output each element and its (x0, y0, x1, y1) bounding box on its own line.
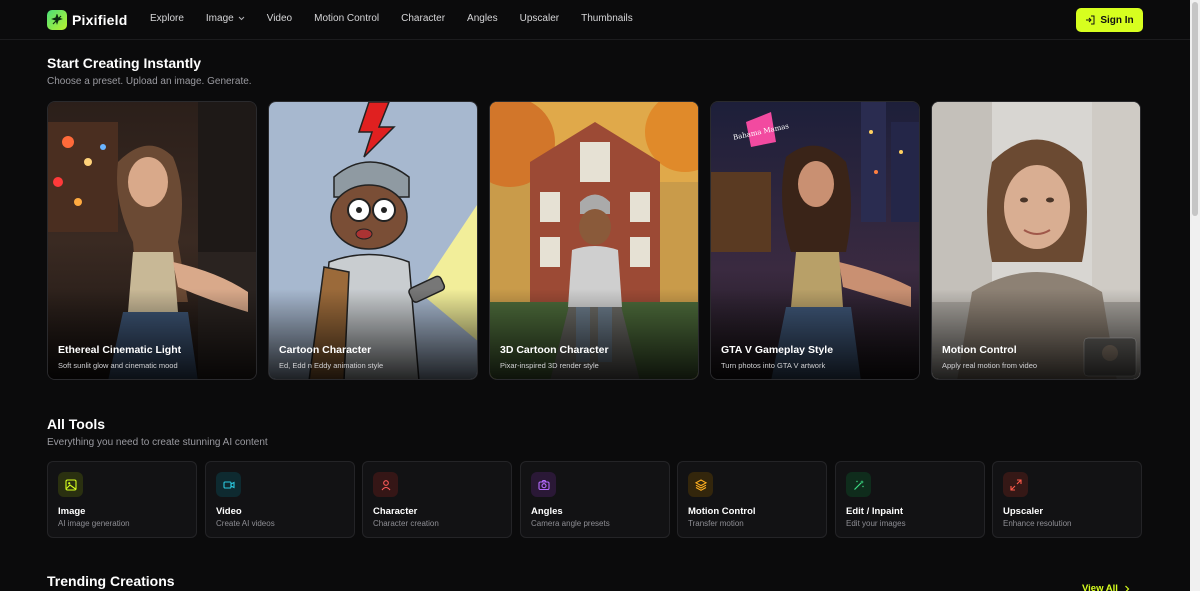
expand-icon (1003, 472, 1028, 497)
nav-links: Explore Image Video Motion Control Chara… (150, 13, 655, 24)
preset-desc: Pixar-inspired 3D render style (500, 361, 599, 370)
start-section-title: Start Creating Instantly (47, 55, 202, 71)
preset-title: Cartoon Character (279, 344, 372, 356)
preset-card-motion-control[interactable]: Motion Control Apply real motion from vi… (931, 101, 1141, 380)
tool-card-character[interactable]: Character Character creation (362, 461, 512, 538)
tool-desc: Transfer motion (688, 519, 744, 528)
view-all-link[interactable]: View All (1082, 583, 1130, 591)
tool-title: Image (58, 506, 86, 517)
nav-motion-control[interactable]: Motion Control (314, 13, 379, 24)
tool-card-video[interactable]: Video Create AI videos (205, 461, 355, 538)
login-icon (1086, 15, 1095, 25)
preset-title: GTA V Gameplay Style (721, 344, 834, 356)
image-icon (58, 472, 83, 497)
preset-card-3d-cartoon-character[interactable]: 3D Cartoon Character Pixar-inspired 3D r… (489, 101, 699, 380)
view-all-label: View All (1082, 583, 1118, 591)
nav-angles-label: Angles (467, 13, 498, 24)
logo-mark-icon (47, 10, 67, 30)
tool-title: Video (216, 506, 242, 517)
sign-in-label: Sign In (1100, 14, 1134, 26)
tools-section-subtitle: Everything you need to create stunning A… (47, 437, 268, 448)
camera-icon (531, 472, 556, 497)
tool-title: Edit / Inpaint (846, 506, 903, 517)
tool-card-image[interactable]: Image AI image generation (47, 461, 197, 538)
nav-image-label: Image (205, 13, 234, 24)
chevron-down-icon (238, 16, 245, 21)
tool-card-angles[interactable]: Angles Camera angle presets (520, 461, 670, 538)
preset-title: 3D Cartoon Character (500, 344, 609, 356)
start-section-subtitle: Choose a preset. Upload an image. Genera… (47, 76, 252, 87)
preset-desc: Soft sunlit glow and cinematic mood (58, 361, 178, 370)
layers-icon (688, 472, 713, 497)
preset-desc: Apply real motion from video (942, 361, 1038, 370)
nav-angles[interactable]: Angles (467, 13, 498, 24)
tool-desc: Character creation (373, 519, 439, 528)
tool-title: Upscaler (1003, 506, 1044, 517)
tool-card-edit-inpaint[interactable]: Edit / Inpaint Edit your images (835, 461, 985, 538)
nav-image[interactable]: Image (206, 13, 245, 24)
nav-motion-control-label: Motion Control (314, 13, 380, 24)
nav-character-label: Character (401, 13, 446, 24)
nav-upscaler-label: Upscaler (519, 13, 560, 24)
person-icon (373, 472, 398, 497)
preset-card-ethereal-cinematic-light[interactable]: Ethereal Cinematic Light Soft sunlit glo… (47, 101, 257, 380)
nav-thumbnails-label: Thumbnails (581, 13, 633, 24)
preset-desc: Turn photos into GTA V artwork (721, 361, 826, 370)
preset-title: Motion Control (942, 344, 1017, 356)
tools-section-title: All Tools (47, 416, 106, 432)
nav-video-label: Video (266, 13, 293, 24)
nav-thumbnails[interactable]: Thumbnails (581, 13, 633, 24)
tool-title: Angles (531, 506, 563, 517)
tool-title: Character (373, 506, 418, 517)
sign-in-button[interactable]: Sign In (1076, 8, 1143, 32)
tool-desc: Camera angle presets (531, 519, 610, 528)
wand-icon (846, 472, 871, 497)
preset-card-gta-v-gameplay-style[interactable]: Bahama Mamas GTA V Gameplay Style Turn p… (710, 101, 920, 380)
logo-text: Pixifield (72, 12, 128, 28)
nav-explore[interactable]: Explore (150, 13, 184, 24)
preset-desc: Ed, Edd n Eddy animation style (279, 361, 384, 370)
top-navbar: Pixifield Explore Image Video Motion Con… (0, 0, 1190, 40)
page-scrollbar[interactable] (1190, 0, 1200, 591)
chevron-right-icon (1124, 585, 1130, 591)
trending-section-title: Trending Creations (47, 573, 175, 589)
nav-character[interactable]: Character (401, 13, 445, 24)
nav-explore-label: Explore (150, 13, 184, 24)
tool-card-motion-control[interactable]: Motion Control Transfer motion (677, 461, 827, 538)
logo[interactable]: Pixifield (47, 10, 127, 30)
video-icon (216, 472, 241, 497)
nav-upscaler[interactable]: Upscaler (520, 13, 559, 24)
tool-desc: Enhance resolution (1003, 519, 1072, 528)
preset-title: Ethereal Cinematic Light (58, 344, 182, 356)
preset-card-cartoon-character[interactable]: Cartoon Character Ed, Edd n Eddy animati… (268, 101, 478, 380)
tool-desc: Edit your images (846, 519, 906, 528)
tool-title: Motion Control (688, 506, 756, 517)
tool-card-upscaler[interactable]: Upscaler Enhance resolution (992, 461, 1142, 538)
nav-video[interactable]: Video (267, 13, 292, 24)
scrollbar-thumb[interactable] (1192, 2, 1198, 216)
tool-desc: AI image generation (58, 519, 130, 528)
tool-desc: Create AI videos (216, 519, 275, 528)
